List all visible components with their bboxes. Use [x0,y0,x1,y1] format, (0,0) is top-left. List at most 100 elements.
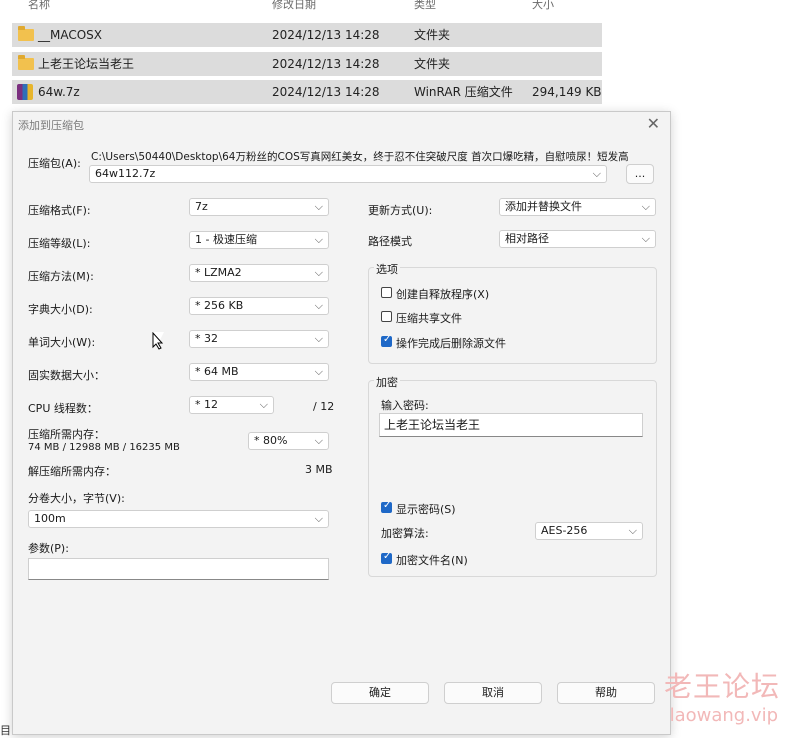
word-label: 单词大小(W): [28,336,96,349]
method-label: 压缩方法(M): [28,270,94,283]
decomp-label: 解压缩所需内存： [28,465,116,478]
file-row[interactable]: __MACOSX 2024/12/13 14:28 文件夹 [12,23,602,47]
chevron-down-icon: ⌵ [641,232,650,245]
archive-label: 压缩包(A): [28,157,81,170]
file-type: WinRAR 压缩文件 [414,85,513,99]
password-input[interactable]: 上老王论坛当老王 [379,413,643,437]
ok-button[interactable]: 确定 [331,682,429,704]
column-header-type[interactable]: 类型 [414,0,436,14]
encrypt-names-checkbox[interactable] [381,551,392,564]
word-select[interactable]: * 32 ⌵ [189,330,329,348]
chevron-down-icon: ⌵ [314,299,323,312]
format-value: 7z [195,200,208,213]
cpu-value: * 12 [195,398,218,411]
mem-select[interactable]: * 80% ⌵ [248,432,329,450]
file-modified: 2024/12/13 14:28 [272,85,380,99]
cpu-max: / 12 [313,400,335,413]
dict-value: * 256 KB [195,299,244,312]
level-value: 1 - 极速压缩 [195,233,257,246]
solid-value: * 64 MB [195,365,239,378]
folder-icon [18,26,34,41]
mem-detail: 74 MB / 12988 MB / 16235 MB [28,442,180,453]
method-select[interactable]: * LZMA2 ⌵ [189,264,329,282]
file-type: 文件夹 [414,57,451,71]
browse-button[interactable]: ... [626,164,654,184]
dict-label: 字典大小(D): [28,303,93,316]
file-name: __MACOSX [38,28,103,42]
archive-name-combo[interactable]: 64w112.7z ⌵ [89,165,607,183]
volume-value: 100m [34,512,66,525]
dialog-title: 添加到压缩包 [18,119,84,132]
options-title: 选项 [374,261,400,277]
encryption-title: 加密 [374,374,400,390]
winrar-icon [17,84,33,100]
solid-label: 固实数据大小： [28,369,105,382]
volume-combo[interactable]: 100m ⌵ [28,510,329,528]
file-row[interactable]: 64w.7z 2024/12/13 14:28 WinRAR 压缩文件 294,… [12,80,602,104]
chevron-down-icon: ⌵ [259,398,268,411]
word-value: * 32 [195,332,218,345]
dict-select[interactable]: * 256 KB ⌵ [189,297,329,315]
chevron-down-icon: ⌵ [314,200,323,213]
file-size: 294,149 KB [532,85,602,99]
file-row[interactable]: 上老王论坛当老王 2024/12/13 14:28 文件夹 [12,52,602,76]
level-select[interactable]: 1 - 极速压缩 ⌵ [189,231,329,249]
watermark-url: laowang.vip [669,705,778,726]
archive-name-value: 64w112.7z [95,167,156,180]
cpu-label: CPU 线程数： [28,402,98,415]
add-to-archive-dialog: 添加到压缩包 ✕ 压缩包(A): C:\Users\50440\Desktop\… [12,111,671,735]
archive-path: C:\Users\50440\Desktop\64万粉丝的COS写真网红美女，终… [91,151,629,163]
chevron-down-icon: ⌵ [314,512,323,525]
column-header-modified[interactable]: 修改日期 [272,0,316,14]
path-select[interactable]: 相对路径 ⌵ [499,230,656,248]
delete-after-checkbox[interactable] [381,334,392,347]
enc-method-value: AES-256 [541,524,588,537]
path-value: 相对路径 [505,232,549,245]
level-label: 压缩等级(L): [28,237,91,250]
mem-label: 压缩所需内存： [28,428,105,441]
format-label: 压缩格式(F): [28,204,91,217]
params-input[interactable] [28,558,329,580]
enc-method-label: 加密算法: [381,527,429,540]
solid-select[interactable]: * 64 MB ⌵ [189,363,329,381]
update-select[interactable]: 添加并替换文件 ⌵ [499,198,656,216]
chevron-down-icon: ⌵ [314,434,323,447]
format-select[interactable]: 7z ⌵ [189,198,329,216]
folder-icon [18,55,34,70]
chevron-down-icon: ⌵ [628,524,637,537]
params-label: 参数(P): [28,542,69,555]
file-name: 64w.7z [38,85,80,99]
decomp-value: 3 MB [305,463,333,476]
share-files-label: 压缩共享文件 [396,312,462,325]
close-icon[interactable]: ✕ [647,114,660,133]
show-password-label: 显示密码(S) [396,503,456,516]
cpu-select[interactable]: * 12 ⌵ [189,396,274,414]
password-label: 输入密码: [381,399,429,412]
column-header-size[interactable]: 大小 [532,0,554,14]
chevron-down-icon: ⌵ [641,200,650,213]
column-header-name[interactable]: 名称 [28,0,50,14]
method-value: * LZMA2 [195,266,242,279]
update-value: 添加并替换文件 [505,200,582,213]
share-files-checkbox[interactable] [381,311,392,322]
chevron-down-icon: ⌵ [314,233,323,246]
mouse-cursor-icon [152,332,164,350]
delete-after-label: 操作完成后删除源文件 [396,337,506,350]
enc-method-select[interactable]: AES-256 ⌵ [535,522,643,540]
volume-label: 分卷大小，字节(V): [28,492,125,505]
file-modified: 2024/12/13 14:28 [272,28,380,42]
chevron-down-icon: ⌵ [314,365,323,378]
help-button[interactable]: 帮助 [557,682,655,704]
mem-value: * 80% [254,434,288,447]
cancel-button[interactable]: 取消 [444,682,542,704]
file-modified: 2024/12/13 14:28 [272,57,380,71]
encrypt-names-label: 加密文件名(N) [396,554,468,567]
chevron-down-icon: ⌵ [314,332,323,345]
self-extract-label: 创建自释放程序(X) [396,288,490,301]
watermark-logo-text: 老王论坛 [663,670,780,703]
chevron-down-icon: ⌵ [314,266,323,279]
update-label: 更新方式(U): [368,204,433,217]
file-name: 上老王论坛当老王 [38,57,135,71]
self-extract-checkbox[interactable] [381,287,392,298]
show-password-checkbox[interactable] [381,500,392,513]
